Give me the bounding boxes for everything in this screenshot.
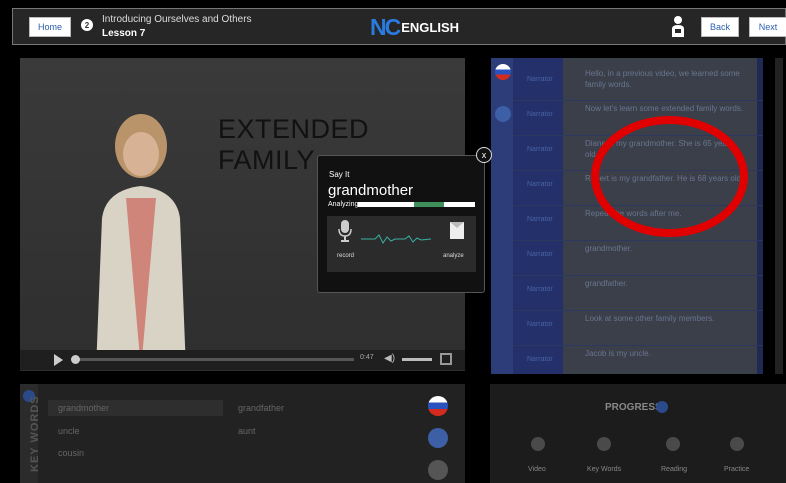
- transcript-line: Look at some other family members.: [585, 314, 715, 323]
- lesson-subtitle: Lesson 7: [102, 28, 146, 39]
- home-button[interactable]: Home: [29, 17, 71, 37]
- key-words-side-tab: KEY WORDS: [20, 384, 41, 483]
- progress-step-label: Key Words: [587, 466, 622, 473]
- transcript-scrollbar[interactable]: [775, 58, 783, 374]
- progress-step-label: Practice: [724, 466, 750, 473]
- progress-panel: PROGRESS Video Key Words Reading Practic…: [490, 384, 786, 483]
- record-label[interactable]: record: [337, 253, 354, 259]
- progress-step-label: Reading: [661, 466, 688, 473]
- presenter-figure: [96, 114, 186, 370]
- video-controls: 0:47 ◀): [20, 350, 465, 370]
- target-word: grandmother: [328, 182, 414, 199]
- back-button[interactable]: Back: [701, 17, 739, 37]
- transcript-line: grandfather.: [585, 279, 628, 288]
- flag-korea-icon[interactable]: [428, 428, 448, 448]
- key-word-item[interactable]: aunt: [238, 426, 256, 436]
- video-progress-handle[interactable]: [71, 355, 80, 364]
- speaker-label: Narrator: [527, 321, 553, 328]
- key-word-item[interactable]: uncle: [58, 426, 80, 436]
- microphone-icon[interactable]: [338, 220, 352, 242]
- logo-text: ENGLISH: [401, 19, 460, 35]
- speaker-label: Narrator: [527, 356, 553, 363]
- volume-icon[interactable]: ◀): [384, 353, 395, 364]
- logo-mark: NC: [370, 13, 401, 40]
- language-flags: [491, 58, 513, 374]
- next-button[interactable]: Next: [749, 17, 786, 37]
- transcript-line: grandmother.: [585, 244, 633, 253]
- analyzing-status: Analyzing: [328, 201, 359, 208]
- say-it-dialog: Say It grandmother Analyzing record anal…: [317, 155, 485, 293]
- speaker-label: Narrator: [527, 216, 553, 223]
- key-word-item[interactable]: cousin: [58, 448, 84, 458]
- key-words-panel: KEY WORDS grandmother grandfather uncle …: [20, 384, 465, 483]
- flag-russia-icon[interactable]: [495, 64, 511, 80]
- volume-slider[interactable]: [402, 358, 432, 361]
- lesson-title: Introducing Ourselves and Others: [102, 14, 252, 25]
- transcript-row[interactable]: Narrator grandmother.: [513, 237, 763, 276]
- annotation-circle: [591, 116, 748, 237]
- video-time: 0:47: [360, 354, 374, 361]
- key-words-label: KEY WORDS: [29, 395, 41, 472]
- transcript-row[interactable]: Narrator Jacob is my uncle.: [513, 342, 763, 374]
- top-bar: Home 2 Introducing Ourselves and Others …: [12, 8, 786, 45]
- transcript-line: Now let's learn some extended family wor…: [585, 104, 744, 113]
- transcript-row[interactable]: Narrator Look at some other family member…: [513, 307, 763, 346]
- speaker-label: Narrator: [527, 181, 553, 188]
- progress-step-label: Video: [528, 466, 546, 473]
- progress-step-dot: [666, 437, 680, 451]
- progress-step-dot: [531, 437, 545, 451]
- app-logo: NC ENGLISH: [370, 14, 459, 40]
- transcript-row[interactable]: Narrator Hello, in a previous video, we l…: [513, 62, 763, 101]
- analyze-label[interactable]: analyze: [443, 253, 464, 259]
- transcript-row[interactable]: Narrator grandfather.: [513, 272, 763, 311]
- analyze-icon[interactable]: [449, 220, 465, 240]
- video-progress-track[interactable]: [74, 358, 354, 361]
- progress-step-dot: [730, 437, 744, 451]
- flag-russia-icon[interactable]: [428, 396, 448, 416]
- progress-title: PROGRESS: [605, 402, 662, 413]
- speaker-label: Narrator: [527, 111, 553, 118]
- play-icon[interactable]: [54, 354, 63, 366]
- key-word-item[interactable]: grandfather: [238, 403, 284, 413]
- speaker-label: Narrator: [527, 251, 553, 258]
- waveform-graphic: [361, 234, 431, 244]
- flag-icon[interactable]: [428, 460, 448, 480]
- transcript-line: Hello, in a previous video, we learned s…: [585, 69, 740, 89]
- dialog-heading: Say It: [329, 170, 350, 179]
- speaker-label: Narrator: [527, 76, 553, 83]
- transcript-line: Jacob is my uncle.: [585, 349, 651, 358]
- key-word-item[interactable]: grandmother: [58, 403, 109, 413]
- analysis-progress-bar: [358, 202, 475, 207]
- record-panel: record analyze: [327, 216, 476, 272]
- speaker-label: Narrator: [527, 146, 553, 153]
- speaker-label: Narrator: [527, 286, 553, 293]
- progress-step-dot: [597, 437, 611, 451]
- lesson-number-badge: 2: [81, 19, 93, 31]
- close-icon[interactable]: x: [476, 147, 492, 163]
- analysis-progress-fill: [414, 202, 444, 207]
- info-icon[interactable]: [656, 401, 668, 413]
- flag-korea-icon[interactable]: [495, 106, 511, 122]
- fullscreen-icon[interactable]: [440, 353, 452, 365]
- user-icon[interactable]: [671, 15, 685, 39]
